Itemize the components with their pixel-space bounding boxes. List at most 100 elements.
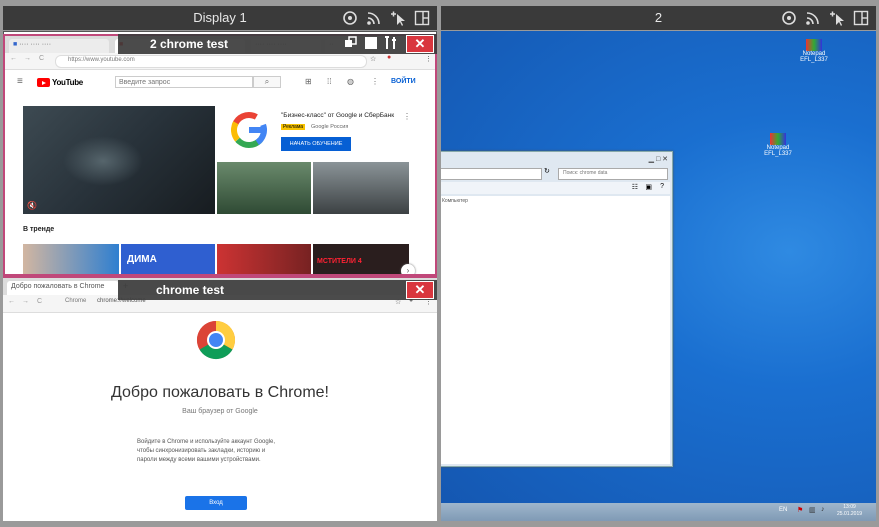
trending-thumbnail[interactable]: [23, 244, 119, 274]
desktop-shortcut-label: Notepad EFL_L337: [800, 51, 828, 63]
youtube-logo[interactable]: YouTube: [37, 78, 83, 87]
explorer-search-input[interactable]: Поиск: chrome data: [558, 168, 668, 180]
trending-thumbnail[interactable]: [217, 244, 311, 274]
target-icon[interactable]: [341, 9, 359, 27]
youtube-toolbar: ← → C https://www.youtube.com ☆ ● ⋮: [5, 53, 435, 70]
ad-cta-button[interactable]: НАЧАТЬ ОБУЧЕНИЕ: [281, 137, 351, 151]
trending-label: В тренде: [23, 226, 55, 233]
signin-button[interactable]: ВОЙТИ: [391, 78, 416, 85]
maximize-icon[interactable]: [364, 36, 378, 50]
trending-thumbnail[interactable]: ДИМА: [121, 244, 215, 274]
welcome-subheading: Ваш браузер от Google: [182, 408, 258, 415]
minimize-button[interactable]: ▁: [649, 156, 654, 163]
layout-icon[interactable]: [413, 9, 431, 27]
window-chrome: Добро пожаловать в Chrome + ← → C Chrome…: [3, 278, 437, 521]
volume-icon[interactable]: ♪: [821, 506, 825, 513]
search-button[interactable]: ⌕: [253, 76, 281, 88]
windows-desktop: Notepad EFL_L337 Notepad EFL_L337 ▁ □ ✕ …: [441, 31, 876, 521]
chrome-logo-icon: [196, 320, 236, 360]
ad-card: "Бизнес-класс" от Google и СберБанк Рекл…: [223, 106, 427, 156]
add-pointer-icon[interactable]: [828, 9, 846, 27]
youtube-header: ≡ YouTube ⌕ ⊞ ⁞⁞ ◍ ⋮ ВОЙТИ: [5, 70, 435, 96]
windows-taskbar: EN ⚑ ▥ ♪ 13:09 25.01.2019: [441, 503, 876, 521]
window-divider: [3, 276, 437, 278]
layout-icon[interactable]: [852, 9, 870, 27]
menu-dots-icon[interactable]: ⋮: [425, 55, 432, 63]
signin-button[interactable]: Вход: [185, 496, 247, 510]
ad-brand: Google Россия: [311, 124, 349, 130]
settings-dots-icon[interactable]: ⋮: [371, 77, 379, 86]
clock-time: 13:09: [843, 504, 856, 510]
explorer-controls: ▁ □ ✕: [649, 155, 668, 163]
window-youtube-header: 2 chrome test ✕: [118, 34, 437, 54]
taskbar-clock[interactable]: 13:09 25.01.2019: [837, 504, 862, 518]
window-youtube-title: 2 chrome test: [150, 37, 229, 51]
clock-date: 25.01.2019: [837, 511, 863, 517]
ad-menu-icon[interactable]: ⋮: [403, 112, 411, 121]
star-icon[interactable]: ☆: [370, 55, 376, 63]
video-thumbnail[interactable]: [313, 162, 409, 214]
desktop-shortcut[interactable]: Notepad EFL_L337: [799, 39, 829, 63]
app-icon: [770, 133, 786, 145]
close-button[interactable]: ✕: [662, 156, 668, 163]
trending-title: ДИМА: [127, 254, 157, 265]
window-youtube-close-button[interactable]: ✕: [406, 35, 434, 53]
forward-icon[interactable]: →: [22, 298, 29, 305]
ad-title[interactable]: "Бизнес-класс" от Google и СберБанк: [281, 112, 401, 119]
google-g-icon: [229, 110, 269, 150]
reload-icon[interactable]: C: [39, 55, 44, 62]
explorer-toolbar: ☷ ▣ ?: [441, 182, 670, 194]
window-chrome-close-button[interactable]: ✕: [406, 281, 434, 299]
flag-icon[interactable]: ⚑: [797, 506, 803, 514]
browser-tab-active[interactable]: Добро пожаловать в Chrome: [7, 281, 119, 295]
rss-icon[interactable]: [365, 9, 383, 27]
view-icon[interactable]: ☷: [632, 183, 638, 191]
tray-lang[interactable]: EN: [779, 507, 787, 513]
restore-icon[interactable]: [344, 36, 358, 50]
desktop-shortcut-label: Notepad EFL_L337: [764, 145, 792, 157]
extension-icon[interactable]: ●: [387, 54, 391, 61]
window-youtube: ■ ···· ···· ···· ■ ···· ···· ···· ·· ← →…: [3, 34, 437, 276]
rss-icon[interactable]: [804, 9, 822, 27]
mute-icon[interactable]: 🔇: [27, 201, 37, 210]
hamburger-icon[interactable]: ≡: [17, 76, 23, 87]
explorer-content: Компьютер: [441, 196, 670, 464]
network-icon[interactable]: ▥: [809, 506, 816, 514]
video-thumbnail[interactable]: [217, 162, 311, 214]
welcome-body: Войдите в Chrome и используйте аккаунт G…: [137, 439, 275, 463]
explorer-search-text: Поиск: chrome data: [563, 170, 608, 176]
target-icon[interactable]: [780, 9, 798, 27]
display1-header: Display 1: [3, 6, 437, 30]
refresh-icon[interactable]: ↻: [544, 167, 550, 175]
trending-title: МСТИТЕЛИ 4: [317, 258, 362, 265]
app-icon: [806, 39, 822, 51]
add-pointer-icon[interactable]: [389, 9, 407, 27]
back-icon[interactable]: ←: [8, 298, 15, 305]
reload-icon[interactable]: C: [37, 298, 42, 305]
display2-header: 2: [441, 6, 876, 30]
chat-icon[interactable]: ◍: [347, 77, 354, 86]
apps-icon[interactable]: ⁞⁞: [327, 77, 331, 86]
upload-icon[interactable]: ⊞: [305, 77, 312, 86]
desktop-shortcut[interactable]: Notepad EFL_L337: [763, 133, 793, 157]
ad-badge: Реклама: [281, 124, 306, 130]
explorer-window: ▁ □ ✕ ↻ Поиск: chrome data ☷ ▣ ? Компьют…: [441, 151, 673, 467]
address-bar[interactable]: https://www.youtube.com: [55, 55, 367, 68]
youtube-search-input[interactable]: [115, 76, 253, 88]
url-text: https://www.youtube.com: [68, 57, 135, 63]
trending-thumbnail[interactable]: МСТИТЕЛИ 4: [313, 244, 409, 274]
main-video[interactable]: 🔇: [23, 106, 215, 214]
forward-icon[interactable]: →: [24, 55, 31, 62]
preview-icon[interactable]: ▣: [645, 183, 652, 191]
maximize-button[interactable]: □: [656, 156, 660, 163]
help-icon[interactable]: ?: [660, 183, 664, 190]
chrome-tab-title: Добро пожаловать в Chrome: [11, 283, 105, 290]
explorer-sidebar-item[interactable]: Компьютер: [442, 198, 468, 204]
back-icon[interactable]: ←: [10, 55, 17, 62]
window-chrome-header: chrome test ✕: [118, 280, 437, 300]
welcome-heading: Добро пожаловать в Chrome!: [111, 384, 329, 401]
tools-icon[interactable]: [384, 36, 398, 50]
explorer-address-bar[interactable]: [441, 168, 542, 180]
carousel-next-button[interactable]: ›: [401, 264, 415, 274]
browser-tab[interactable]: ■ ···· ···· ····: [9, 39, 109, 53]
